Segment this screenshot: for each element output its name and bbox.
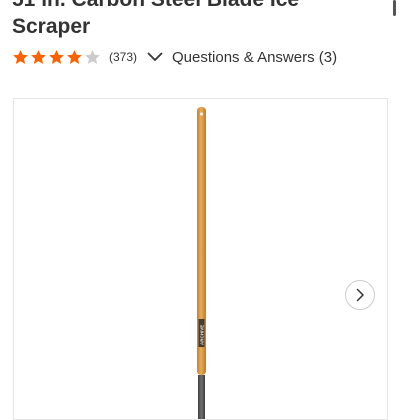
brand-mark: ARCHIVE <box>199 325 204 345</box>
star-filled-icon <box>13 49 28 64</box>
rating-row: (373) Questions & Answers (3) <box>12 46 337 68</box>
product-title: 51 in. Carbon Steel Blade Ice Scraper <box>12 0 382 40</box>
product-image: ARCHIVE <box>197 107 206 419</box>
chevron-down-icon[interactable] <box>147 52 163 62</box>
star-filled-icon <box>67 49 82 64</box>
star-filled-icon <box>49 49 64 64</box>
hang-hole <box>199 112 204 116</box>
product-title-block: 51 in. Carbon Steel Blade Ice Scraper <box>12 0 382 40</box>
star-rating[interactable] <box>12 49 101 66</box>
star-filled-icon <box>31 49 46 64</box>
review-count[interactable]: (373) <box>109 50 137 64</box>
questions-answers-link[interactable]: Questions & Answers (3) <box>172 49 337 66</box>
product-title-line-1: 51 in. Carbon Steel Blade Ice <box>12 0 382 13</box>
tool-shaft <box>198 375 205 419</box>
star-empty-icon <box>85 49 100 64</box>
chevron-right-icon <box>356 288 364 302</box>
product-title-line-2: Scraper <box>12 15 91 38</box>
scrollbar[interactable] <box>393 0 396 16</box>
next-image-button[interactable] <box>345 280 375 310</box>
product-image-carousel[interactable]: ARCHIVE <box>13 98 388 420</box>
